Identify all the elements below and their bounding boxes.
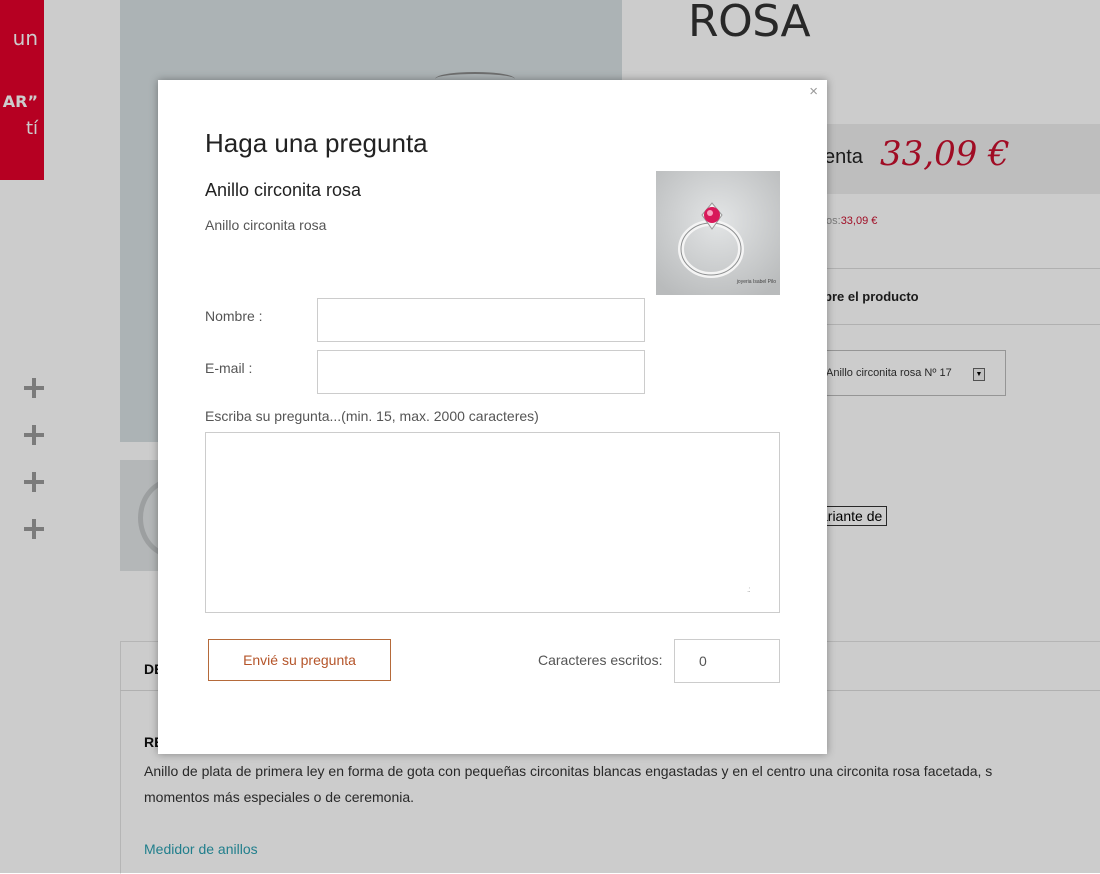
send-question-button[interactable]: Envié su pregunta <box>208 639 391 681</box>
close-icon[interactable]: × <box>809 83 818 100</box>
question-textarea[interactable] <box>205 432 780 613</box>
email-field[interactable] <box>317 350 645 394</box>
email-label: E-mail : <box>205 360 253 376</box>
product-image: joyeria Isabel Pilo <box>656 171 780 295</box>
name-label: Nombre : <box>205 308 263 324</box>
characters-written-label: Caracteres escritos: <box>538 652 663 668</box>
product-description: Anillo circonita rosa <box>205 217 327 233</box>
product-name: Anillo circonita rosa <box>205 180 362 200</box>
image-watermark: joyeria Isabel Pilo <box>736 279 776 285</box>
ring-image <box>656 171 780 295</box>
modal-title: Haga una pregunta <box>205 128 428 158</box>
name-field[interactable] <box>317 298 645 342</box>
characters-count: 0 <box>674 639 780 683</box>
question-label: Escriba su pregunta...(min. 15, max. 200… <box>205 408 539 424</box>
ask-question-modal: × Haga una pregunta Anillo circonita ros… <box>158 80 827 754</box>
